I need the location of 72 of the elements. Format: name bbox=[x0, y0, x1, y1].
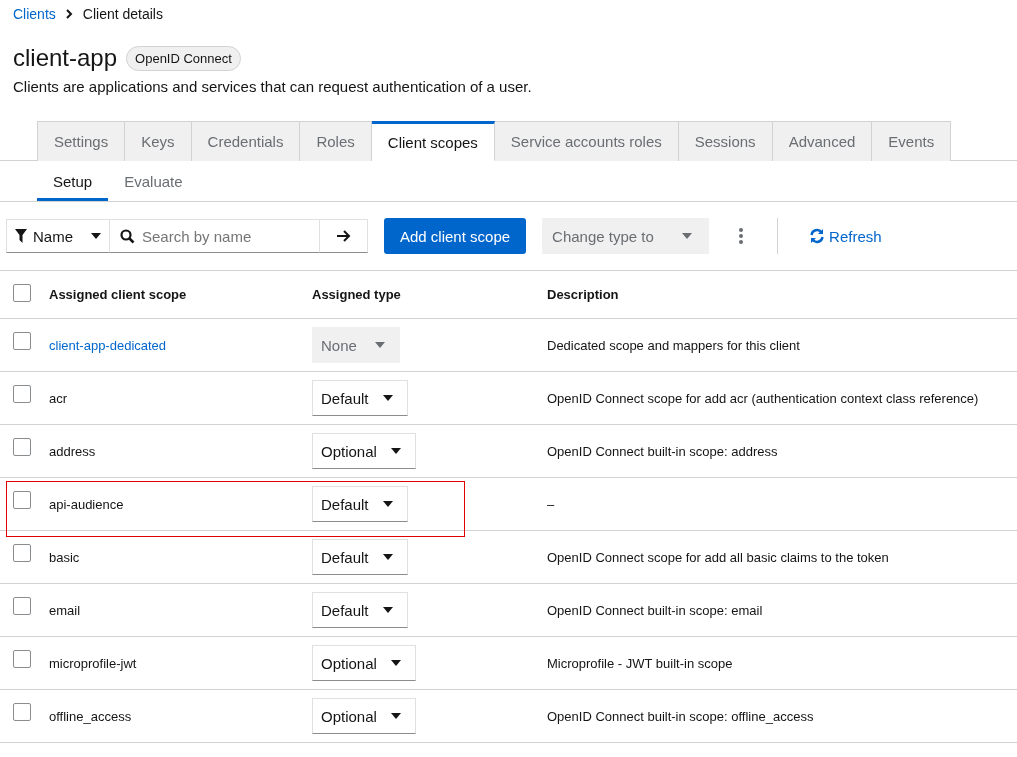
tab[interactable]: Settings bbox=[37, 121, 126, 161]
caret-icon bbox=[382, 554, 393, 560]
description-cell: OpenID Connect built-in scope: address bbox=[547, 443, 778, 459]
description-cell: OpenID Connect scope for add all basic claims to the token bbox=[547, 549, 889, 565]
page-title: client-app bbox=[13, 44, 118, 72]
type-dropdown[interactable]: Default bbox=[312, 486, 408, 522]
search-field[interactable]: Search by name bbox=[110, 219, 320, 253]
scope-name: email bbox=[49, 602, 81, 618]
type-dropdown[interactable]: Optional bbox=[312, 433, 416, 469]
column-header: Description bbox=[547, 287, 619, 302]
subtab[interactable]: Evaluate bbox=[108, 161, 199, 201]
row-checkbox[interactable] bbox=[13, 332, 31, 350]
type-dropdown[interactable]: Default bbox=[312, 380, 408, 416]
select-all-checkbox[interactable] bbox=[13, 283, 31, 302]
breadcrumb-current: Client details bbox=[82, 6, 163, 22]
tab[interactable]: Roles bbox=[300, 121, 372, 161]
description-cell: Dedicated scope and mappers for this client bbox=[547, 337, 800, 353]
description-cell: OpenID Connect scope for add acr (authentication context class reference) bbox=[547, 390, 979, 406]
row-checkbox[interactable] bbox=[13, 385, 31, 403]
search-icon bbox=[120, 229, 135, 244]
caret-icon bbox=[91, 233, 101, 239]
row-checkbox[interactable] bbox=[13, 650, 31, 668]
filter-dropdown[interactable]: Name bbox=[6, 219, 110, 253]
page-description: Clients are applications and services that can request authentication of a user. bbox=[12, 77, 533, 95]
kebab-menu-icon[interactable] bbox=[739, 228, 744, 244]
chevron-icon bbox=[65, 9, 73, 19]
scope-name: microprofile-jwt bbox=[49, 655, 137, 671]
row-checkbox[interactable] bbox=[13, 491, 31, 509]
description-cell: Microprofile - JWT built-in scope bbox=[547, 655, 733, 671]
type-dropdown[interactable]: Optional bbox=[312, 698, 416, 734]
type-dropdown[interactable]: Default bbox=[312, 592, 408, 628]
description-cell: OpenID Connect built-in scope: offline_access bbox=[547, 708, 814, 724]
caret-icon bbox=[390, 448, 401, 454]
scope-name: api-audience bbox=[49, 496, 124, 512]
caret-icon bbox=[682, 233, 693, 239]
refresh-icon bbox=[809, 228, 826, 244]
caret-icon bbox=[374, 342, 385, 348]
row-checkbox[interactable] bbox=[13, 597, 31, 615]
row-checkbox[interactable] bbox=[13, 438, 31, 456]
scope-name: acr bbox=[49, 390, 68, 406]
tab[interactable]: Service accounts roles bbox=[494, 121, 679, 161]
protocol-badge: OpenID Connect bbox=[126, 45, 241, 71]
row-checkbox[interactable] bbox=[13, 544, 31, 562]
caret-icon bbox=[382, 607, 393, 613]
column-header: Assigned type bbox=[312, 287, 401, 302]
filter-icon bbox=[15, 229, 27, 243]
scope-name: basic bbox=[49, 549, 80, 565]
caret-icon bbox=[382, 501, 393, 507]
tab[interactable]: Credentials bbox=[191, 121, 301, 161]
row-checkbox[interactable] bbox=[13, 703, 31, 721]
tab[interactable]: Keys bbox=[125, 121, 192, 161]
type-dropdown[interactable]: Optional bbox=[312, 645, 416, 681]
caret-icon bbox=[390, 660, 401, 666]
subtab[interactable]: Setup bbox=[37, 161, 109, 201]
tab[interactable]: Advanced bbox=[772, 121, 873, 161]
tab[interactable]: Events bbox=[872, 121, 952, 161]
scope-name: offline_access bbox=[49, 708, 132, 724]
arrow-right-icon bbox=[336, 230, 351, 242]
scope-name: address bbox=[49, 443, 96, 459]
breadcrumb-link[interactable]: Clients bbox=[13, 6, 56, 22]
caret-icon bbox=[382, 395, 393, 401]
refresh-button[interactable]: Refresh bbox=[809, 227, 882, 245]
description-cell: – bbox=[547, 496, 555, 512]
tab[interactable]: Sessions bbox=[678, 121, 773, 161]
tab[interactable]: Client scopes bbox=[371, 121, 495, 161]
search-submit-button[interactable] bbox=[320, 219, 368, 253]
scope-link[interactable]: client-app-dedicated bbox=[49, 337, 167, 353]
caret-icon bbox=[390, 713, 401, 719]
add-client-scope-button[interactable]: Add client scope bbox=[384, 218, 527, 254]
description-cell: OpenID Connect built-in scope: email bbox=[547, 602, 763, 618]
type-dropdown[interactable]: Default bbox=[312, 539, 408, 575]
column-header: Assigned client scope bbox=[49, 287, 187, 302]
